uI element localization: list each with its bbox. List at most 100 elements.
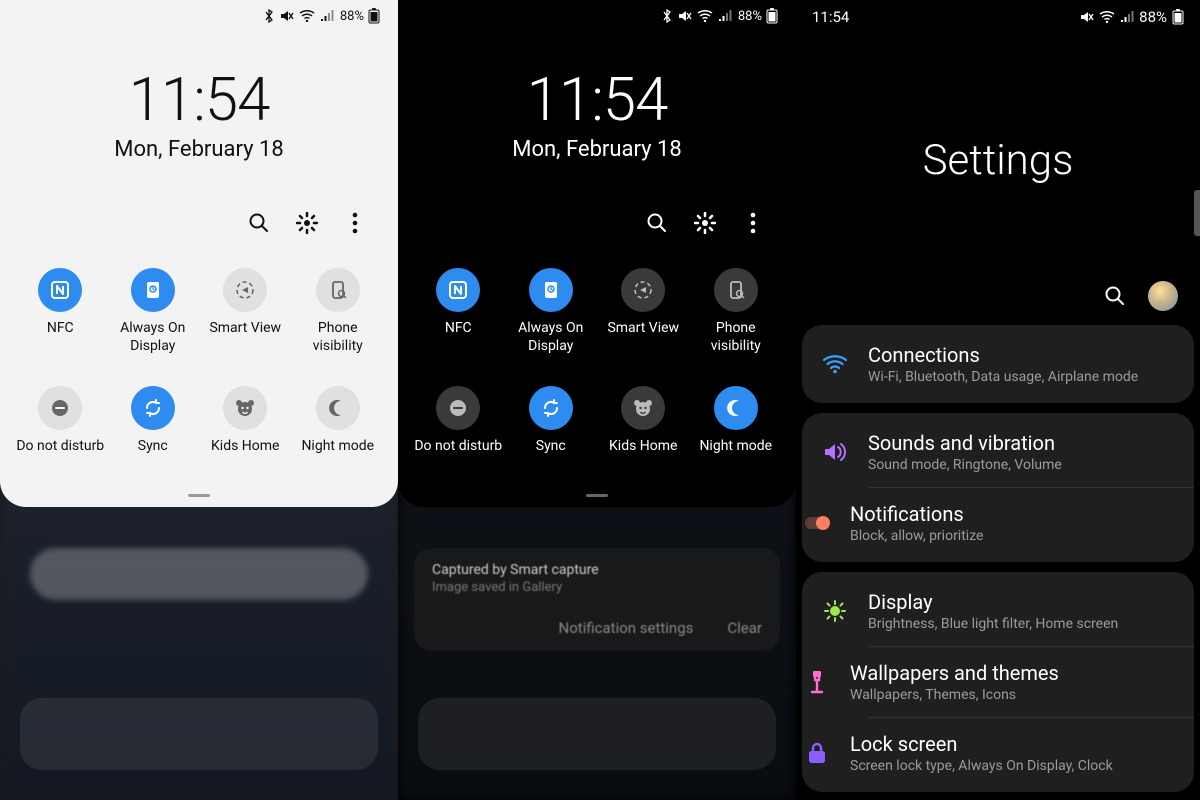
dnd-toggle-label: Do not disturb xyxy=(16,438,104,474)
nfc-toggle-label: NFC xyxy=(445,320,472,356)
quick-toggles-grid: NFCAlways On DisplaySmart View Phone visi… xyxy=(14,268,384,474)
kids-toggle-button[interactable] xyxy=(223,386,267,430)
light-toggle-dnd: Do not disturb xyxy=(14,386,107,474)
clock-time: 11:54 xyxy=(14,64,384,135)
light-toggle-kids: Kids Home xyxy=(199,386,292,474)
settings-item-wifi[interactable]: Connections Wi-Fi, Bluetooth, Data usage,… xyxy=(802,329,1194,399)
settings-item-subtitle: Block, allow, prioritize xyxy=(850,528,983,544)
sync-toggle-button[interactable] xyxy=(529,386,573,430)
sync-toggle-label: Sync xyxy=(536,438,566,474)
notif-icon xyxy=(802,508,832,538)
sync-toggle-button[interactable] xyxy=(131,386,175,430)
mute-icon xyxy=(280,10,294,22)
status-bar: 11:54 88% xyxy=(796,0,1200,26)
dark-toggle-dnd: Do not disturb xyxy=(412,386,505,474)
aod-toggle-button[interactable] xyxy=(131,268,175,312)
settings-item-wall[interactable]: Wallpapers and themesWallpapers, Themes,… xyxy=(868,646,1194,717)
smartview-toggle-button[interactable] xyxy=(223,268,267,312)
settings-item-lock[interactable]: Lock screenScreen lock type, Always On D… xyxy=(868,717,1194,788)
kids-toggle-label: Kids Home xyxy=(609,438,677,474)
settings-item-display[interactable]: Display Brightness, Blue light filter, Ho… xyxy=(802,576,1194,646)
settings-item-title: Lock screen xyxy=(850,732,1113,756)
phonevis-toggle-label: Phone visibility xyxy=(292,320,385,356)
settings-item-title: Display xyxy=(868,590,1118,614)
search-icon[interactable] xyxy=(646,212,668,234)
sync-toggle-label: Sync xyxy=(138,438,168,474)
settings-item-subtitle: Screen lock type, Always On Display, Clo… xyxy=(850,758,1113,774)
battery-percent: 88% xyxy=(738,9,762,24)
more-icon[interactable] xyxy=(742,212,764,234)
panel-drag-handle[interactable] xyxy=(586,494,608,497)
bluetooth-icon xyxy=(661,9,673,23)
night-toggle-button[interactable] xyxy=(714,386,758,430)
light-toggle-night: Night mode xyxy=(292,386,385,474)
search-icon[interactable] xyxy=(1104,285,1126,307)
page-title: Settings xyxy=(796,136,1200,185)
settings-list: Connections Wi-Fi, Bluetooth, Data usage,… xyxy=(796,325,1200,792)
settings-item-notif[interactable]: NotificationsBlock, allow, prioritize xyxy=(868,487,1194,558)
status-bar: 88% xyxy=(412,6,782,26)
quick-panel-screen-light: 88% 11:54 Mon, February 18 NFCAlways On … xyxy=(0,0,398,800)
panel-drag-handle[interactable] xyxy=(188,494,210,497)
dnd-toggle-button[interactable] xyxy=(436,386,480,430)
gear-icon[interactable] xyxy=(296,212,318,234)
quick-toggles-grid: NFC Always On DisplaySmart View Phone visi… xyxy=(412,268,782,474)
light-toggle-phonevis: Phone visibility xyxy=(292,268,385,356)
aod-toggle-label: Always On Display xyxy=(107,320,200,356)
wifi-icon xyxy=(820,349,850,379)
settings-group: Sounds and vibrationSound mode, Ringtone… xyxy=(802,413,1194,562)
notification-clear-button[interactable]: Clear xyxy=(727,619,762,637)
home-dock-hint xyxy=(20,698,378,770)
dark-toggle-night: Night mode xyxy=(690,386,783,474)
settings-item-subtitle: Wallpapers, Themes, Icons xyxy=(850,687,1059,703)
phonevis-toggle-button[interactable] xyxy=(714,268,758,312)
kids-toggle-button[interactable] xyxy=(621,386,665,430)
notification-settings-button[interactable]: Notification settings xyxy=(559,619,694,637)
dark-toggle-sync: Sync xyxy=(505,386,598,474)
sound-icon xyxy=(820,437,850,467)
scroll-indicator[interactable] xyxy=(1194,190,1200,236)
dnd-toggle-button[interactable] xyxy=(38,386,82,430)
quick-settings-panel: 88% 11:54 Mon, February 18 NFCAlways On … xyxy=(398,0,796,507)
battery-percent: 88% xyxy=(1139,8,1167,26)
smartview-toggle-button[interactable] xyxy=(621,268,665,312)
quick-panel-screen-dark: 88% 11:54 Mon, February 18 NFCAlways On … xyxy=(398,0,796,800)
wifi-icon xyxy=(1099,11,1115,23)
settings-item-subtitle: Brightness, Blue light filter, Home scre… xyxy=(868,616,1118,632)
clock-date: Mon, February 18 xyxy=(14,137,384,162)
gear-icon[interactable] xyxy=(694,212,716,234)
status-clock: 11:54 xyxy=(812,8,849,26)
clock-date: Mon, February 18 xyxy=(412,137,782,162)
signal-icon xyxy=(320,10,334,22)
dnd-toggle-label: Do not disturb xyxy=(414,438,502,474)
phonevis-toggle-label: Phone visibility xyxy=(690,320,783,356)
screenshot-notification[interactable]: Captured by Smart capture Image saved in… xyxy=(414,548,780,651)
wifi-icon xyxy=(299,10,315,22)
settings-item-sound[interactable]: Sounds and vibrationSound mode, Ringtone… xyxy=(802,417,1194,487)
nfc-toggle-button[interactable] xyxy=(436,268,480,312)
phonevis-toggle-button[interactable] xyxy=(316,268,360,312)
nfc-toggle-button[interactable] xyxy=(38,268,82,312)
display-icon xyxy=(820,596,850,626)
home-dock-hint xyxy=(418,698,776,770)
light-toggle-sync: Sync xyxy=(107,386,200,474)
night-toggle-label: Night mode xyxy=(699,438,772,474)
settings-item-title: Connections xyxy=(868,343,1138,367)
search-icon[interactable] xyxy=(248,212,270,234)
settings-item-title: Sounds and vibration xyxy=(868,431,1062,455)
light-toggle-nfc: NFC xyxy=(14,268,107,356)
aod-toggle-label: Always On Display xyxy=(505,320,598,356)
signal-icon xyxy=(1120,11,1134,23)
mute-icon xyxy=(678,10,692,22)
more-icon[interactable] xyxy=(344,212,366,234)
battery-percent: 88% xyxy=(340,9,364,24)
smartview-toggle-label: Smart View xyxy=(209,320,281,356)
account-avatar[interactable] xyxy=(1148,281,1178,311)
settings-item-subtitle: Wi-Fi, Bluetooth, Data usage, Airplane m… xyxy=(868,369,1138,385)
smartview-toggle-label: Smart View xyxy=(607,320,679,356)
settings-group: Connections Wi-Fi, Bluetooth, Data usage,… xyxy=(802,325,1194,403)
night-toggle-button[interactable] xyxy=(316,386,360,430)
aod-toggle-button[interactable] xyxy=(529,268,573,312)
lock-icon xyxy=(802,738,832,768)
battery-icon xyxy=(1172,9,1184,25)
